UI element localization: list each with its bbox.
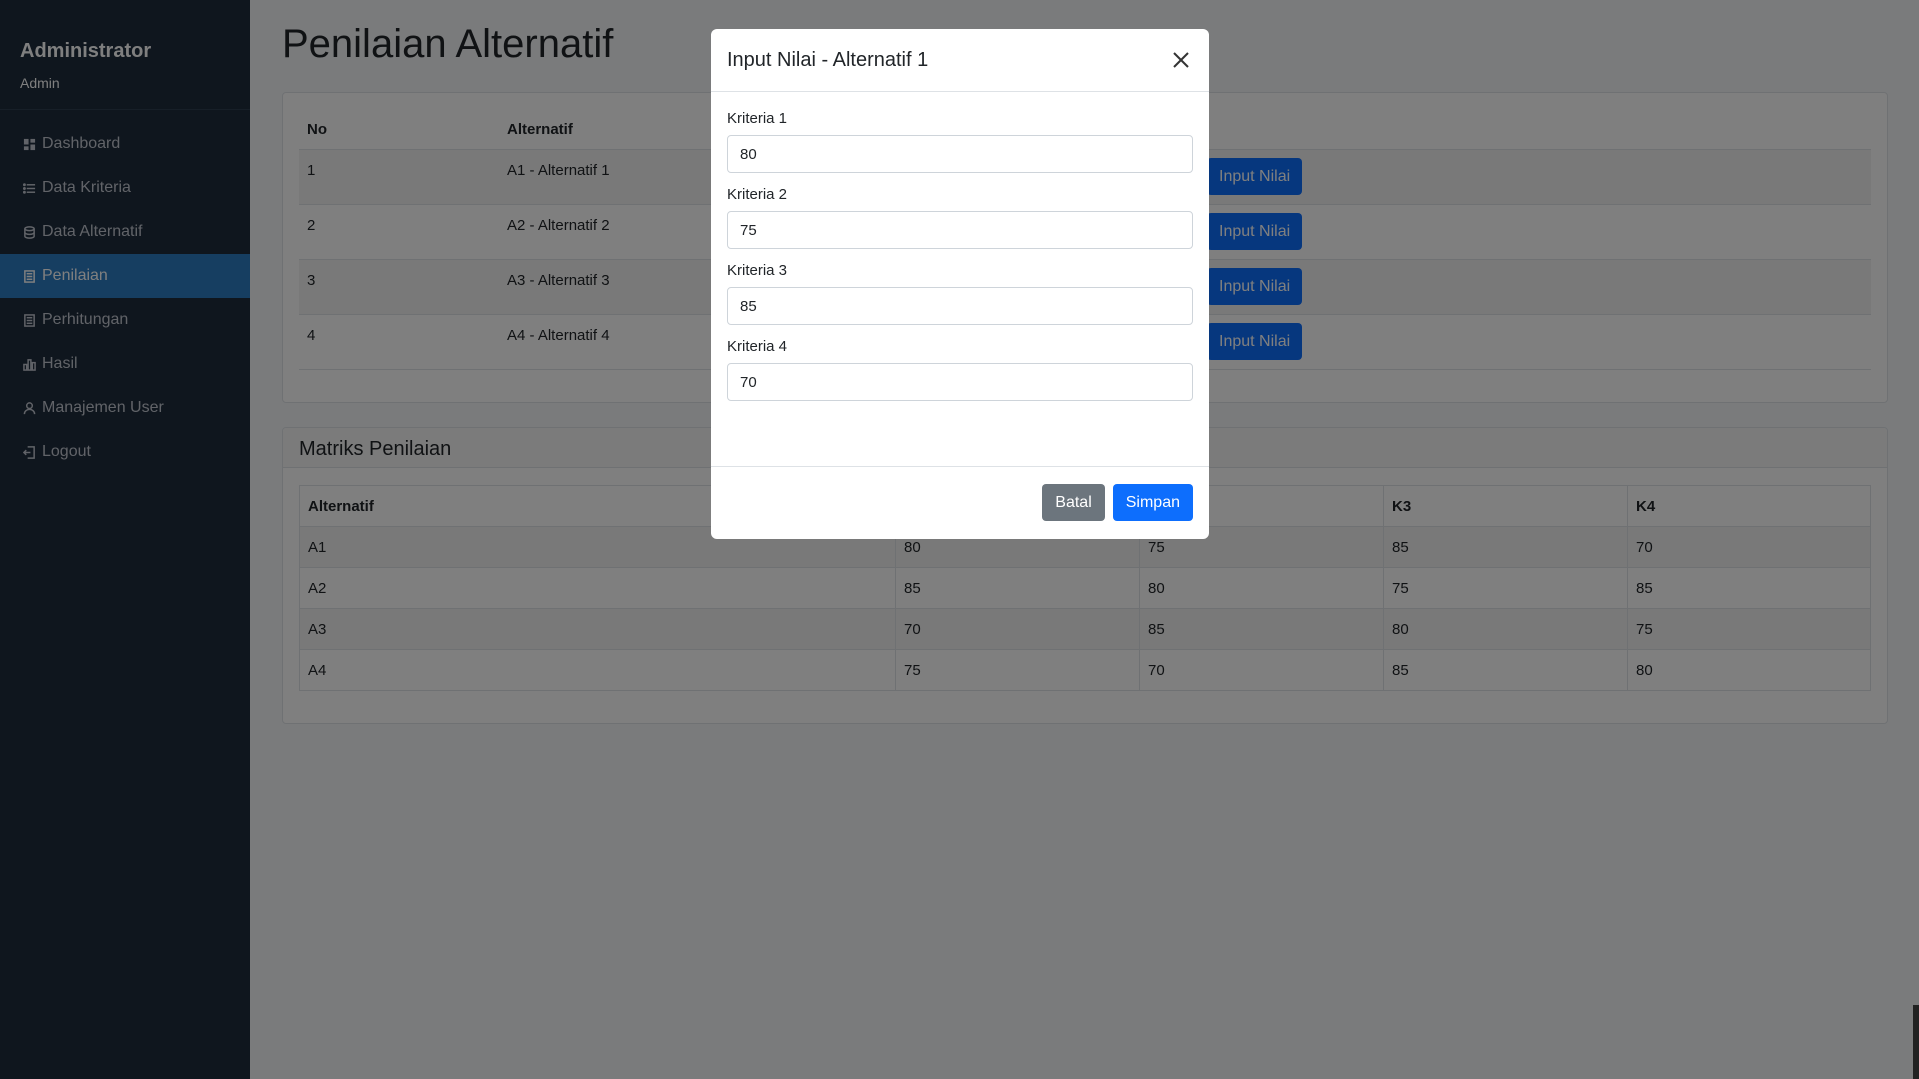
kriteria-2-label: Kriteria 2 [727, 186, 788, 203]
cancel-button[interactable]: Batal [1042, 484, 1105, 521]
form-group-kriteria-1: Kriteria 1 [727, 110, 1193, 173]
close-button[interactable] [1169, 48, 1193, 72]
form-group-kriteria-3: Kriteria 3 [727, 262, 1193, 325]
kriteria-1-label: Kriteria 1 [727, 110, 788, 127]
save-button[interactable]: Simpan [1112, 484, 1193, 521]
kriteria-2-input[interactable] [727, 211, 1193, 249]
kriteria-4-input[interactable] [727, 363, 1193, 401]
modal-title: Input Nilai - Alternatif 1 [727, 48, 929, 71]
form-group-kriteria-4: Kriteria 4 [727, 338, 1193, 401]
modal-header: Input Nilai - Alternatif 1 [711, 29, 1209, 92]
kriteria-3-label: Kriteria 3 [727, 262, 788, 279]
kriteria-1-input[interactable] [727, 135, 1193, 173]
input-nilai-modal: Input Nilai - Alternatif 1 Kriteria 1 Kr… [711, 29, 1209, 539]
form-group-kriteria-2: Kriteria 2 [727, 186, 1193, 249]
scrollbar-thumb[interactable] [1913, 1005, 1919, 1079]
kriteria-4-label: Kriteria 4 [727, 338, 788, 355]
kriteria-3-input[interactable] [727, 287, 1193, 325]
close-icon [1173, 52, 1189, 68]
modal-footer: Batal Simpan [711, 467, 1209, 538]
modal-body: Kriteria 1 Kriteria 2 Kriteria 3 Kriteri… [711, 92, 1209, 467]
